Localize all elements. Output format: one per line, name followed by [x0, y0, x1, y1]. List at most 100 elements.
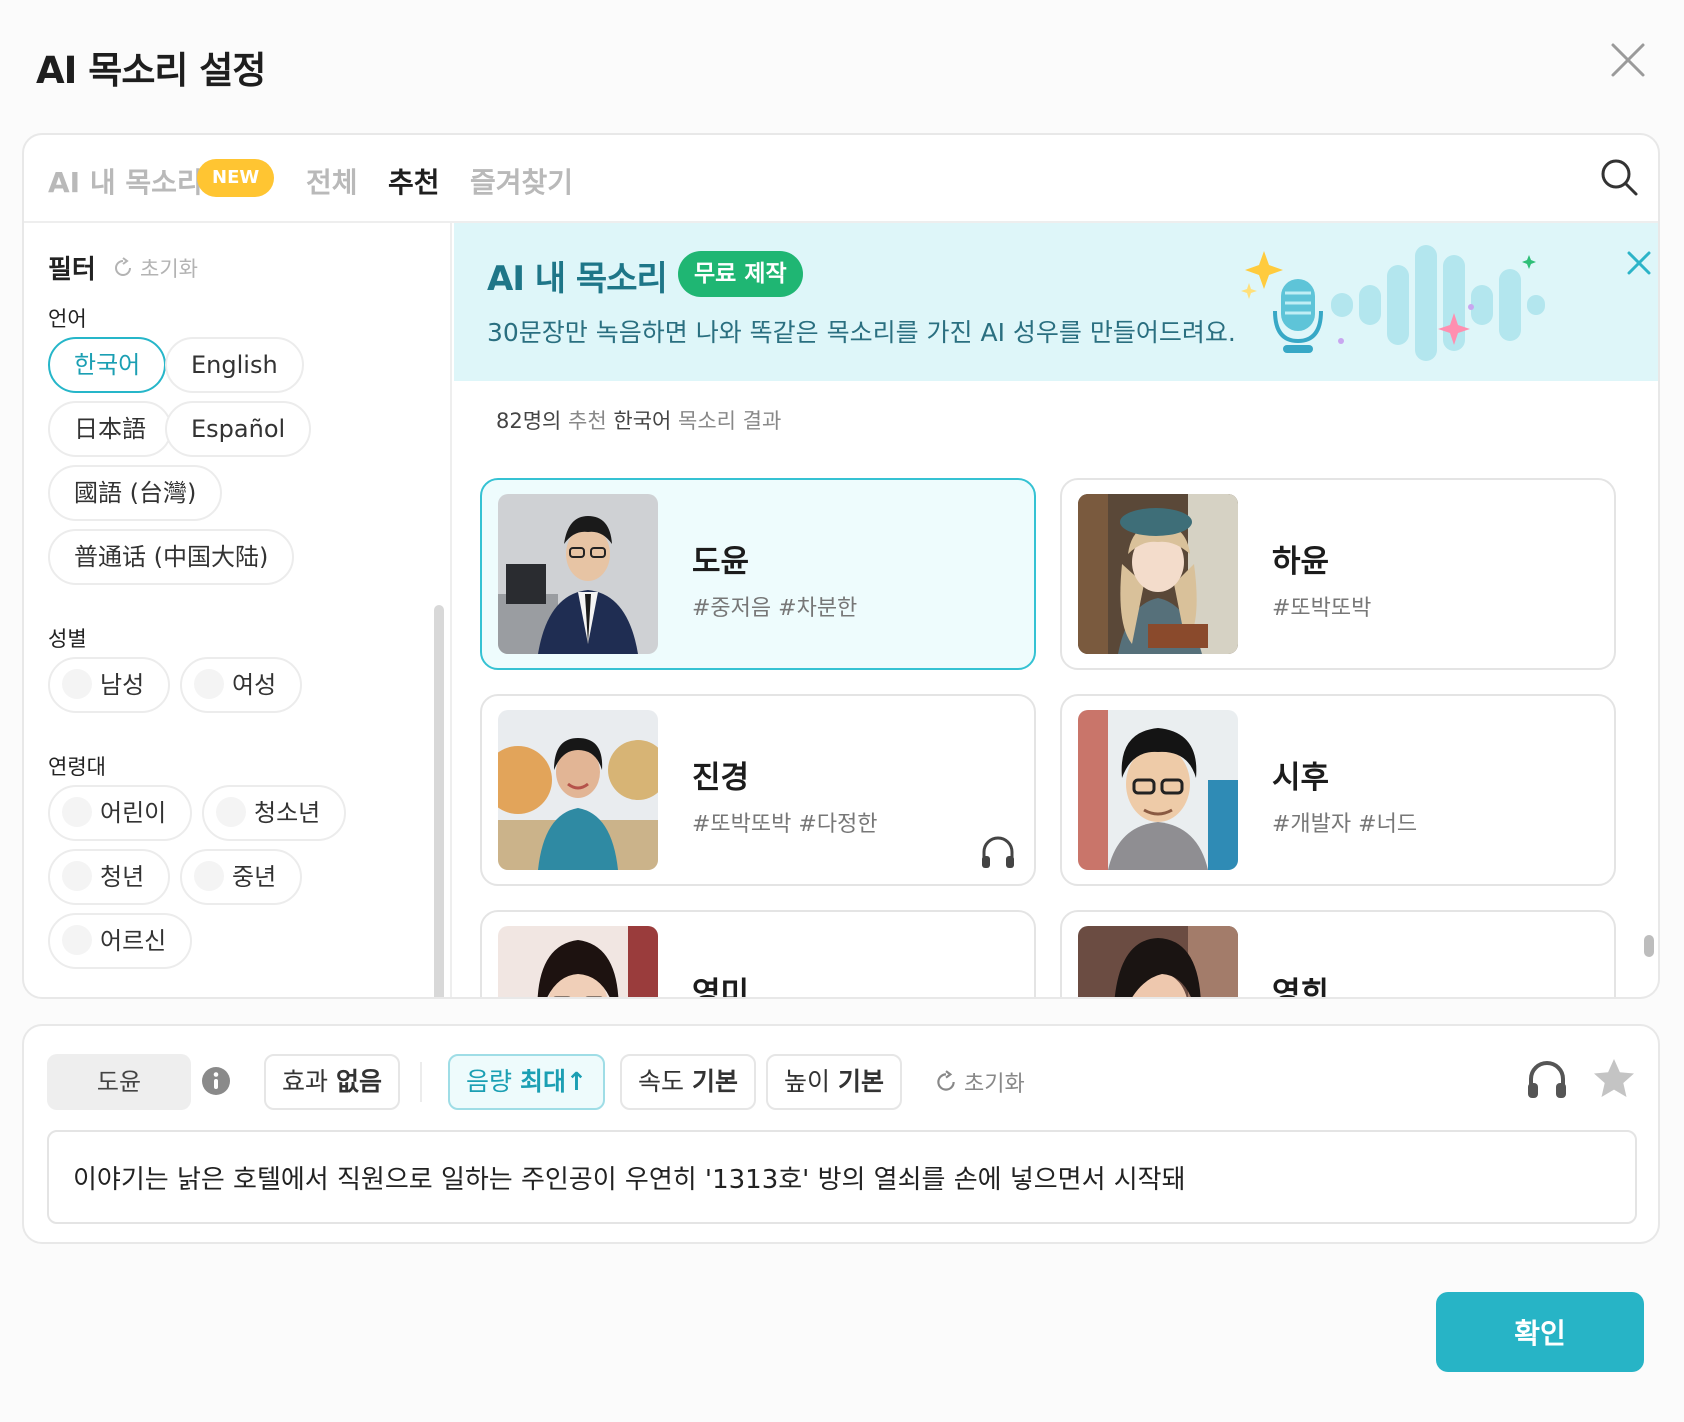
- microphone-waveform-illustration: [1241, 245, 1545, 361]
- voice-avatar: [1078, 710, 1238, 870]
- voice-name: 영희: [1272, 976, 1330, 999]
- gender-label: 성별: [48, 627, 87, 651]
- selected-voice-chip[interactable]: 도윤: [47, 1054, 191, 1110]
- chip-language-ko[interactable]: 한국어: [48, 337, 167, 393]
- banner-close-icon[interactable]: [1624, 248, 1654, 278]
- voice-tags: #또박또박: [1272, 596, 1372, 621]
- arrow-up-icon: ↑: [565, 1067, 587, 1096]
- sidebar-scrollbar[interactable]: [434, 605, 444, 997]
- chip-label: 어르신: [100, 927, 167, 955]
- refresh-icon: [115, 257, 131, 276]
- voice-avatar: [1078, 494, 1238, 654]
- language-label: 언어: [48, 307, 87, 331]
- voice-avatar: [498, 494, 658, 654]
- new-badge: NEW: [197, 159, 275, 197]
- pitch-button[interactable]: 높이 기본: [766, 1054, 902, 1110]
- pitch-label: 높이: [784, 1067, 831, 1096]
- result-count-mid: 추천: [561, 409, 614, 433]
- radio-icon: [62, 797, 92, 827]
- chip-age-senior[interactable]: 어르신: [48, 913, 193, 969]
- radio-icon: [62, 861, 92, 891]
- voice-settings-panel: 도윤 효과 없음 음량 최대↑ 속도 기본 높이 기본 초기화: [22, 1024, 1660, 1244]
- radio-icon: [194, 669, 224, 699]
- banner-description: 30문장만 녹음하면 나와 똑같은 목소리를 가진 AI 성우를 만들어드려요.: [487, 318, 1236, 347]
- script-text-input[interactable]: [47, 1130, 1637, 1224]
- voice-tags: #개발자 #너드: [1272, 812, 1418, 837]
- voice-card[interactable]: 영희: [1060, 910, 1616, 999]
- voice-card[interactable]: 진경 #또박또박 #다정한: [480, 694, 1036, 886]
- chip-age-child[interactable]: 어린이: [48, 785, 193, 841]
- volume-value: 최대: [519, 1067, 566, 1096]
- chip-language-en[interactable]: English: [165, 337, 304, 393]
- age-label: 연령대: [48, 755, 106, 779]
- banner-title: AI 내 목소리: [487, 259, 668, 299]
- effect-value: 없음: [335, 1067, 382, 1096]
- voice-name: 진경: [692, 760, 750, 796]
- radio-icon: [62, 925, 92, 955]
- filter-reset-button[interactable]: 초기화: [112, 253, 198, 283]
- chip-gender-male[interactable]: 남성: [48, 657, 171, 713]
- speed-value: 기본: [691, 1067, 738, 1096]
- settings-reset-label: 초기화: [964, 1072, 1025, 1097]
- voice-browser-panel: AI 내 목소리 NEW 전체 추천 즐겨찾기 필터 초기화 언어 한국어 En…: [22, 133, 1660, 999]
- effect-label: 효과: [282, 1067, 329, 1096]
- result-count-number: 82명의: [496, 409, 562, 433]
- result-count-lang: 한국어: [613, 409, 672, 433]
- filter-reset-label: 초기화: [140, 257, 198, 281]
- speed-button[interactable]: 속도 기본: [620, 1054, 756, 1110]
- voice-card[interactable]: 하윤 #또박또박: [1060, 478, 1616, 670]
- chip-language-zh-cn[interactable]: 普通话 (中国大陆): [48, 529, 295, 585]
- voice-avatar: [498, 710, 658, 870]
- voice-card[interactable]: 시후 #개발자 #너드: [1060, 694, 1616, 886]
- pitch-value: 기본: [837, 1067, 884, 1096]
- chip-label: 청년: [100, 863, 145, 891]
- free-badge: 무료 제작: [678, 251, 803, 297]
- radio-icon: [194, 861, 224, 891]
- star-icon[interactable]: [1591, 1056, 1637, 1102]
- volume-button[interactable]: 음량 최대↑: [448, 1054, 605, 1110]
- chip-label: 어린이: [100, 799, 167, 827]
- divider: [420, 1062, 422, 1102]
- headphones-icon[interactable]: [978, 832, 1018, 872]
- tab-recommended[interactable]: 추천: [388, 161, 440, 201]
- chip-age-teen[interactable]: 청소년: [202, 785, 347, 841]
- chip-label: 여성: [232, 671, 277, 699]
- chip-age-young-adult[interactable]: 청년: [48, 849, 171, 905]
- voice-list-scrollbar[interactable]: [1644, 935, 1654, 957]
- tab-all[interactable]: 전체: [306, 161, 358, 201]
- effect-button[interactable]: 효과 없음: [264, 1054, 400, 1110]
- voice-avatar: [1078, 926, 1238, 997]
- voice-name: 도윤: [692, 544, 750, 580]
- chip-gender-female[interactable]: 여성: [180, 657, 303, 713]
- chip-label: 남성: [100, 671, 145, 699]
- close-icon[interactable]: [1610, 42, 1646, 78]
- promo-banner[interactable]: AI 내 목소리 무료 제작 30문장만 녹음하면 나와 똑같은 목소리를 가진…: [454, 223, 1658, 381]
- tab-favorites[interactable]: 즐겨찾기: [470, 161, 573, 201]
- headphones-icon[interactable]: [1524, 1056, 1570, 1102]
- radio-icon: [62, 669, 92, 699]
- voice-tags: #또박또박 #다정한: [692, 812, 878, 837]
- tab-bar: AI 내 목소리 NEW 전체 추천 즐겨찾기: [24, 135, 1658, 223]
- result-count-suffix: 목소리 결과: [671, 409, 782, 433]
- chip-language-zh-tw[interactable]: 國語 (台灣): [48, 465, 223, 521]
- chip-label: 청소년: [254, 799, 321, 827]
- voice-card[interactable]: 도윤 #중저음 #차분한: [480, 478, 1036, 670]
- chip-age-middle[interactable]: 중년: [180, 849, 303, 905]
- voice-name: 시후: [1272, 760, 1330, 796]
- chip-label: 중년: [232, 863, 277, 891]
- chip-language-ja[interactable]: 日本語: [48, 401, 172, 457]
- settings-reset-button[interactable]: 초기화: [934, 1066, 1025, 1098]
- info-icon[interactable]: [201, 1066, 231, 1096]
- filter-title: 필터: [48, 255, 96, 285]
- voice-tags: #중저음 #차분한: [692, 596, 858, 621]
- confirm-button[interactable]: 확인: [1436, 1292, 1644, 1372]
- radio-icon: [216, 797, 246, 827]
- tab-my-ai-voice[interactable]: AI 내 목소리: [48, 161, 203, 201]
- result-count: 82명의 추천 한국어 목소리 결과: [496, 405, 781, 435]
- voice-avatar: [498, 926, 658, 997]
- speed-label: 속도: [638, 1067, 685, 1096]
- chip-language-es[interactable]: Español: [165, 401, 312, 457]
- search-icon[interactable]: [1599, 157, 1639, 197]
- voice-card[interactable]: 영미: [480, 910, 1036, 997]
- modal-title: AI 목소리 설정: [36, 49, 266, 92]
